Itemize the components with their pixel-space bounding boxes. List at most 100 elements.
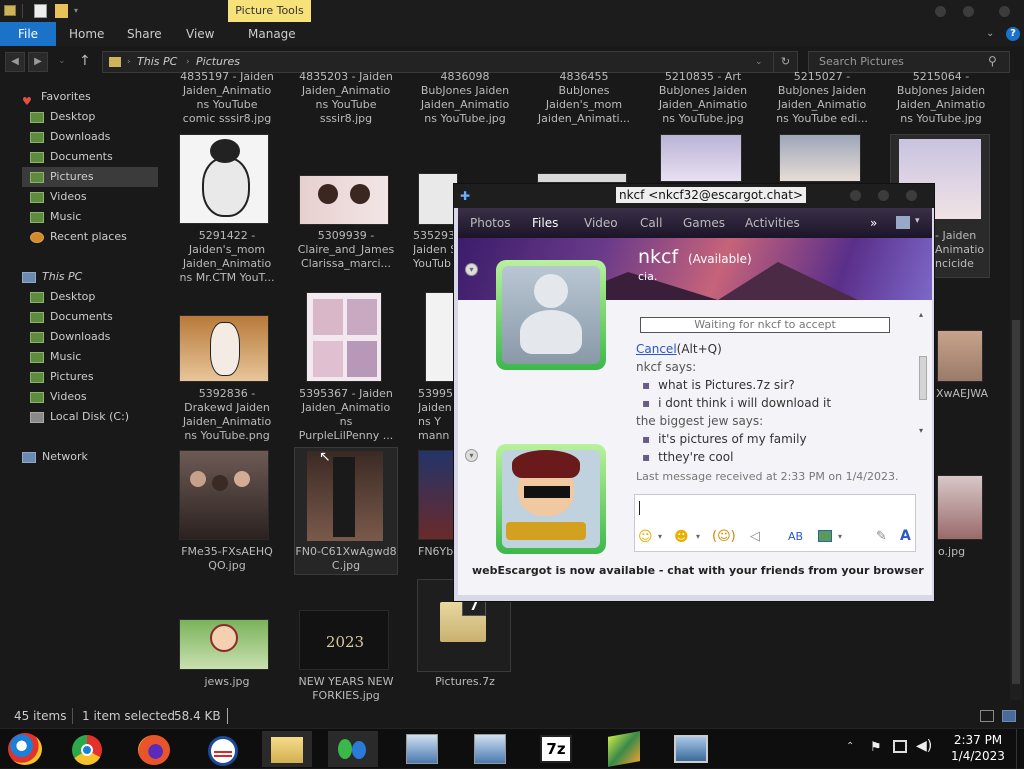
sidebar-item-videos[interactable]: Videos [30,387,160,407]
show-hidden-icons-icon[interactable]: ⌃ [846,741,854,752]
tab-home[interactable]: Home [69,22,104,46]
tab-games[interactable]: Games [683,208,725,238]
up-arrow-icon[interactable]: ↑ [79,53,91,69]
tab-file[interactable]: File [0,22,56,46]
sidebar-network[interactable]: Network [22,447,88,467]
scrollbar-thumb[interactable] [1012,320,1020,684]
breadcrumb-pictures[interactable]: Pictures [196,52,240,72]
file-caption[interactable]: 4835203 - Jaiden Jaiden_Animatio ns YouTub… [294,70,398,126]
file-caption[interactable]: jews.jpg [175,675,279,689]
file-caption[interactable]: 5215064 - BubJones Jaiden Jaiden_Animatio n… [889,70,993,126]
file-caption[interactable]: XwAEJWA [936,387,996,401]
tab-files[interactable]: Files [532,208,558,238]
sidebar-item-music[interactable]: Music [30,347,160,367]
image-thumbnail[interactable] [660,134,742,182]
sidebar-item-downloads[interactable]: Downloads [30,127,160,147]
promo-banner[interactable]: webEscargot is now available - chat with… [472,564,924,577]
dropdown-icon[interactable]: ▾ [838,532,842,541]
sidebar-item-pictures[interactable]: Pictures [30,367,160,387]
chrome-icon[interactable] [72,735,102,765]
sidebar-item-documents[interactable]: Documents [30,147,160,167]
font-icon[interactable]: AB [788,530,803,543]
collapse-toggle-icon[interactable]: ▾ [465,263,478,276]
tab-share[interactable]: Share [127,22,162,46]
maximize-button[interactable] [878,190,889,201]
file-caption[interactable]: 5291422 - Jaiden's_mom Jaiden_Animatio ns M… [175,229,279,285]
chat-scrollbar[interactable]: ▴ ▾ [918,310,928,436]
cancel-link[interactable]: Cancel [636,342,677,356]
voice-clip-icon[interactable]: ◁ [750,529,760,544]
background-icon[interactable] [818,530,832,542]
maximize-button[interactable] [963,6,974,17]
action-center-flag-icon[interactable]: ⚑ [870,740,882,755]
file-caption[interactable]: 535293Jaiden SeYouTub [413,229,457,271]
minimize-button[interactable] [850,190,861,201]
scrollbar-thumb[interactable] [919,356,927,400]
handwriting-icon[interactable]: ✎ [876,529,887,544]
address-dropdown-icon[interactable]: ⌄ [755,52,763,72]
properties-icon[interactable] [34,4,47,18]
tab-video[interactable]: Video [584,208,618,238]
sidebar-thispc[interactable]: This PC [22,267,82,287]
photo-viewer-icon[interactable] [674,735,708,763]
sidebar-favorites[interactable]: ♥ Favorites [22,87,91,108]
tab-view[interactable]: View [186,22,214,46]
sidebar-item-local-disk[interactable]: Local Disk (C:) [30,407,160,427]
show-desktop-button[interactable] [1016,729,1024,769]
large-icons-view-icon[interactable] [1002,710,1016,722]
quick-access-dropdown-icon[interactable]: ▾ [74,6,82,15]
firefox-icon[interactable] [138,735,170,765]
scrollbar[interactable] [1010,80,1022,700]
sidebar-item-desktop[interactable]: Desktop [30,107,160,127]
scroll-down-icon[interactable]: ▾ [919,426,923,435]
emoticon-icon[interactable]: ☺ [638,529,653,545]
image-thumbnail[interactable] [537,173,627,183]
options-menu-icon[interactable] [896,216,910,229]
tab-call[interactable]: Call [640,208,662,238]
image-thumbnail[interactable] [179,134,269,224]
file-caption[interactable]: FN0-C61XwAgwd8 C.jpg [294,545,398,573]
image-thumbnail[interactable] [179,450,269,540]
wink-icon[interactable]: ☻ [674,529,689,545]
text-format-icon[interactable]: A [900,528,911,544]
nudge-icon[interactable]: (☺) [712,529,736,544]
package-icon[interactable] [608,731,640,767]
image-thumbnail[interactable] [418,173,458,225]
close-button[interactable] [906,190,917,201]
network-setup-icon[interactable] [474,734,506,764]
file-caption[interactable]: 4836098 BubJones Jaiden Jaiden_Animatio ns … [413,70,517,126]
image-thumbnail[interactable] [179,619,269,670]
file-caption[interactable]: - Jaiden Animatio ncicide [935,229,995,271]
scroll-up-icon[interactable]: ▴ [919,310,923,319]
sidebar-item-pictures[interactable]: Pictures [22,167,158,187]
details-view-icon[interactable] [980,710,994,722]
sidebar-item-documents[interactable]: Documents [30,307,160,327]
sidebar-item-desktop[interactable]: Desktop [30,287,160,307]
close-button[interactable] [999,6,1010,17]
dropdown-icon[interactable]: ▾ [658,532,662,541]
image-thumbnail[interactable] [179,315,269,382]
back-button[interactable]: ◀ [5,52,25,72]
forward-button[interactable]: ▶ [28,52,48,72]
sidebar-item-music[interactable]: Music [30,207,160,227]
sidebar-item-downloads[interactable]: Downloads [30,327,160,347]
sidebar-item-videos[interactable]: Videos [30,187,160,207]
network-status-icon[interactable] [893,740,907,753]
taskbar-explorer-active[interactable] [262,731,312,767]
taskbar-clock[interactable]: 2:37 PM 1/4/2023 [950,732,1006,764]
contact-avatar[interactable] [496,260,606,370]
own-avatar[interactable] [496,444,606,554]
minimize-button[interactable] [935,6,946,17]
file-caption[interactable]: 4836455 BubJones Jaiden's_mom Jaiden_Animat… [532,70,636,126]
file-caption[interactable]: Pictures.7z [413,675,517,689]
more-tabs-button[interactable]: » [870,208,877,238]
file-caption[interactable]: 539952 Jaiden ns Ymann [418,387,458,443]
image-thumbnail[interactable] [937,330,983,382]
file-caption[interactable]: o.jpg [938,545,978,559]
taskbar-messenger-active[interactable] [328,731,378,767]
refresh-icon[interactable]: ↻ [773,52,797,72]
dropdown-icon[interactable]: ▾ [915,216,920,226]
dropdown-icon[interactable]: ▾ [696,532,700,541]
start-button-icon[interactable] [8,733,42,765]
file-caption[interactable]: 5309939 - Claire_and_James Clarissa_marci.… [294,229,398,271]
